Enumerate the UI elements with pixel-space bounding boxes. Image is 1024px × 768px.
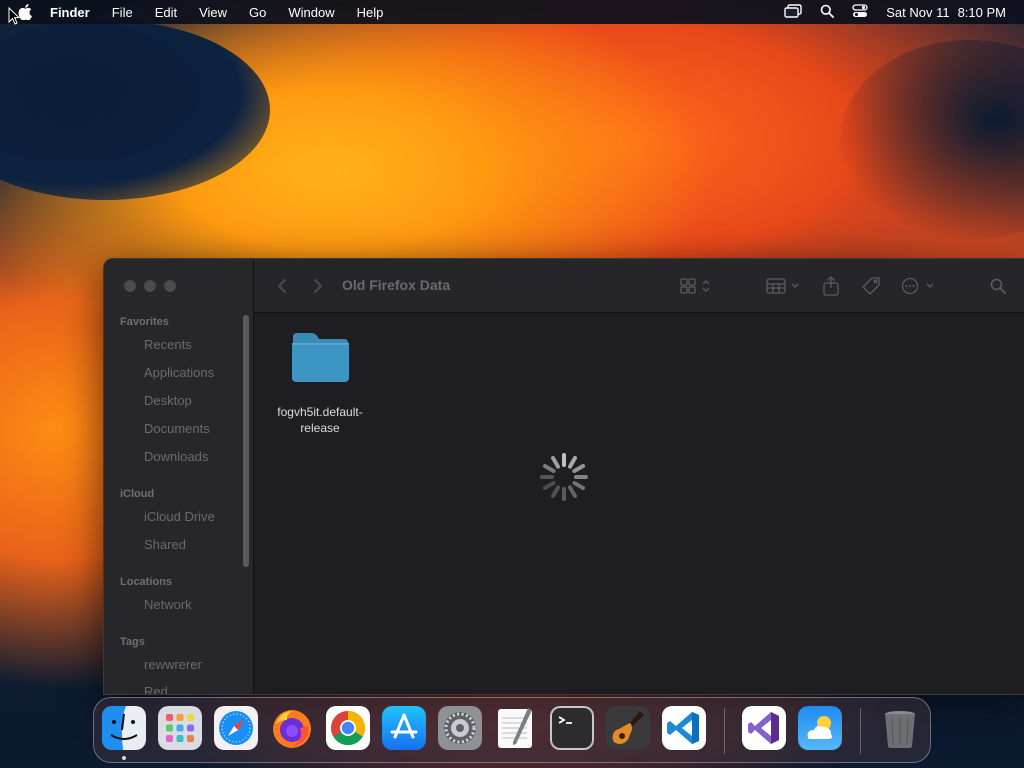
dock-chrome-icon[interactable]: [326, 706, 370, 750]
sidebar-section-locations: Locations: [120, 576, 172, 588]
sidebar-section-tags: Tags: [120, 636, 145, 648]
sidebar-item-applications[interactable]: Applications: [144, 365, 214, 380]
dock-textedit-icon[interactable]: [494, 706, 538, 750]
dock-weather-icon[interactable]: [798, 706, 842, 750]
screen-mirroring-icon[interactable]: [784, 3, 802, 21]
menu-edit[interactable]: Edit: [155, 5, 177, 20]
loading-spinner-icon: [540, 453, 588, 501]
window-controls: [124, 280, 176, 292]
more-actions-icon[interactable]: [899, 276, 939, 296]
menu-clock[interactable]: Sat Nov 11 8:10 PM: [886, 5, 1006, 20]
sidebar-section-favorites: Favorites: [120, 316, 169, 328]
dock-system-settings-icon[interactable]: [438, 706, 482, 750]
sidebar-item-icloud-drive[interactable]: iCloud Drive: [144, 509, 215, 524]
dock-vscode-icon[interactable]: [662, 706, 706, 750]
sidebar-scrollbar[interactable]: [243, 315, 249, 567]
minimize-window-button[interactable]: [144, 280, 156, 292]
sidebar-item-shared[interactable]: Shared: [144, 537, 186, 552]
sidebar-item-network[interactable]: Network: [144, 597, 192, 612]
search-icon[interactable]: [988, 276, 1008, 296]
menu-help[interactable]: Help: [357, 5, 384, 20]
menu-view[interactable]: View: [199, 5, 227, 20]
dock-trash-icon[interactable]: [878, 706, 922, 750]
folder-item[interactable]: fogvh5it.default- release: [270, 331, 370, 436]
share-icon[interactable]: [820, 276, 842, 296]
dock-terminal-icon[interactable]: [550, 706, 594, 750]
sidebar-item-tag[interactable]: rewwrerer: [144, 657, 202, 672]
forward-button[interactable]: [310, 276, 326, 296]
apple-menu-icon[interactable]: [18, 4, 34, 20]
wallpaper-shape: [0, 20, 270, 200]
control-center-icon[interactable]: [852, 3, 868, 21]
finder-toolbar: Old Firefox Data: [254, 259, 1024, 313]
finder-window[interactable]: Favorites Recents Applications Desktop D…: [103, 258, 1024, 695]
dock-separator: [860, 708, 861, 754]
finder-content-area[interactable]: fogvh5it.default- release: [254, 313, 1024, 694]
running-indicator: [122, 756, 126, 760]
menu-bar: Finder File Edit View Go Window Help Sat…: [0, 0, 1024, 24]
dock-firefox-icon[interactable]: [270, 706, 314, 750]
wallpaper-shape: [840, 40, 1024, 240]
close-window-button[interactable]: [124, 280, 136, 292]
sidebar-item-desktop[interactable]: Desktop: [144, 393, 192, 408]
sidebar-item-tag[interactable]: Red: [144, 684, 168, 694]
tag-icon[interactable]: [860, 276, 882, 296]
sidebar-section-icloud: iCloud: [120, 488, 155, 500]
dock-app-store-icon[interactable]: [382, 706, 426, 750]
dock-visual-studio-icon[interactable]: [742, 706, 786, 750]
dock: [93, 697, 931, 763]
menu-app-name[interactable]: Finder: [50, 5, 90, 20]
dock-garageband-icon[interactable]: [606, 706, 650, 750]
clock-time: 8:10 PM: [957, 4, 1006, 20]
dock-separator: [724, 708, 725, 754]
sidebar-item-documents[interactable]: Documents: [144, 421, 210, 436]
dock-safari-icon[interactable]: [214, 706, 258, 750]
sidebar-item-recents[interactable]: Recents: [144, 337, 192, 352]
folder-label: fogvh5it.default- release: [277, 405, 363, 435]
back-button[interactable]: [274, 276, 290, 296]
mouse-cursor-icon: [8, 7, 20, 25]
folder-icon: [292, 333, 349, 382]
finder-sidebar: Favorites Recents Applications Desktop D…: [104, 259, 254, 694]
clock-date: Sat Nov 11: [886, 4, 950, 20]
dock-launchpad-icon[interactable]: [158, 706, 202, 750]
menu-window[interactable]: Window: [288, 5, 334, 20]
sidebar-item-downloads[interactable]: Downloads: [144, 449, 208, 464]
view-mode-icon[interactable]: [677, 276, 717, 296]
zoom-window-button[interactable]: [164, 280, 176, 292]
menu-go[interactable]: Go: [249, 5, 266, 20]
window-title: Old Firefox Data: [342, 277, 451, 293]
spotlight-search-icon[interactable]: [820, 4, 835, 21]
menu-file[interactable]: File: [112, 5, 133, 20]
group-by-icon[interactable]: [764, 276, 804, 296]
dock-finder-icon[interactable]: [102, 706, 146, 750]
